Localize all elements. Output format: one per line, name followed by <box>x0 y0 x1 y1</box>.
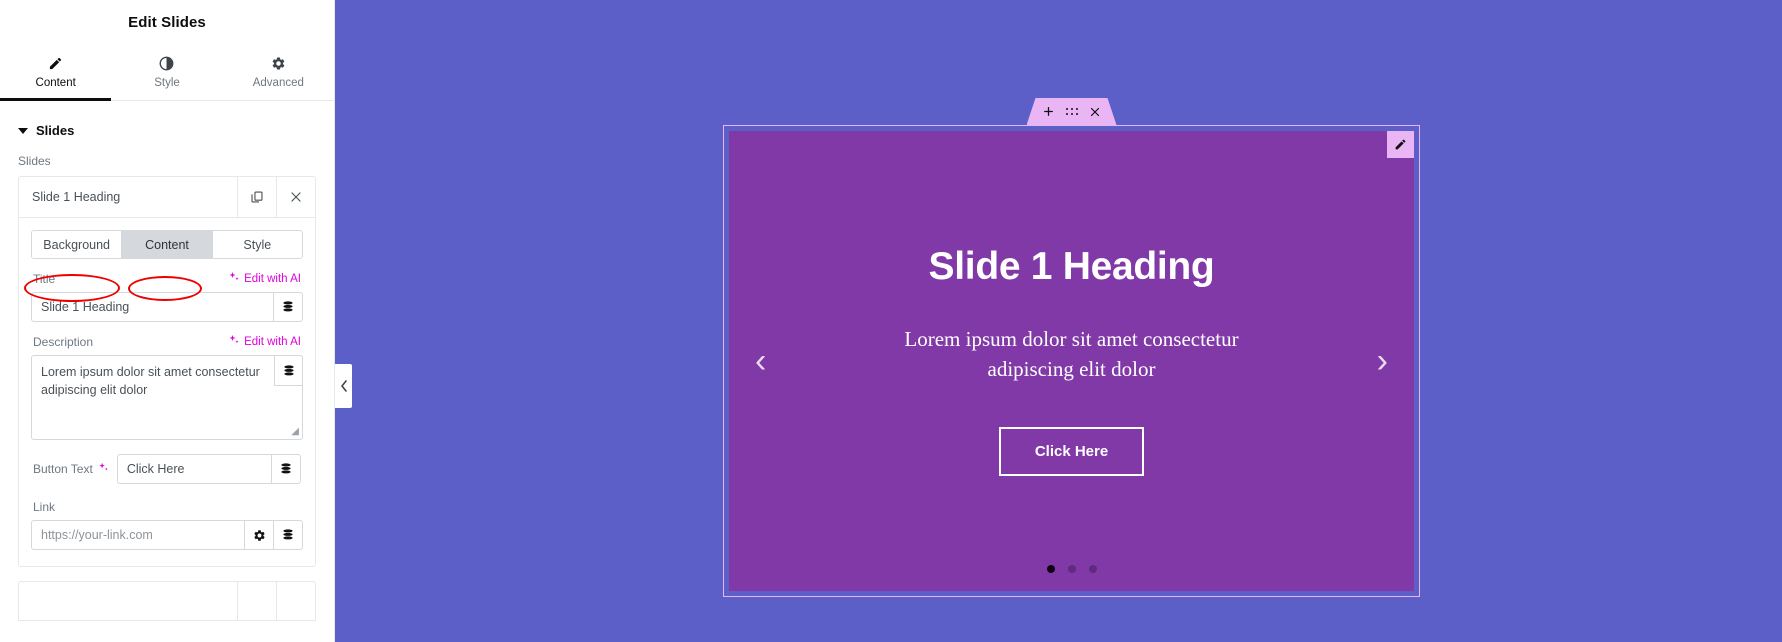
title-input[interactable] <box>32 293 273 321</box>
subtab-content-label: Content <box>145 237 189 252</box>
tab-style-label: Style <box>154 76 180 89</box>
edit-with-ai-description-link[interactable]: Edit with AI <box>228 334 301 349</box>
button-text-label-wrap: Button Text <box>33 462 109 476</box>
subtab-background-label: Background <box>43 237 111 252</box>
subtab-content[interactable]: Content <box>122 231 213 258</box>
link-field-label-row: Link <box>31 488 303 520</box>
carousel-pagination <box>1046 565 1097 573</box>
dynamic-tags-icon[interactable] <box>274 355 303 386</box>
dynamic-tags-icon[interactable] <box>271 455 300 483</box>
subtab-style[interactable]: Style <box>212 231 302 258</box>
repeater-subtabs: Background Content Style <box>31 230 303 259</box>
repeater-item-slide-2[interactable] <box>18 581 316 621</box>
description-textarea[interactable] <box>32 356 302 439</box>
slide-preview: Slide 1 Heading Lorem ipsum dolor sit am… <box>729 131 1414 591</box>
sparkles-icon[interactable] <box>98 462 109 476</box>
subtab-style-label: Style <box>243 237 272 252</box>
pagination-dot-2[interactable] <box>1067 565 1076 573</box>
description-field-label-row: Description Edit with AI <box>31 322 303 355</box>
description-label: Description <box>33 334 94 349</box>
repeater-item-slide-1[interactable]: Slide 1 Heading <box>19 177 315 218</box>
carousel-next-arrow-icon[interactable]: › <box>1377 344 1388 378</box>
pencil-icon <box>48 56 63 71</box>
button-text-label: Button Text <box>33 462 93 476</box>
slide-cta-button[interactable]: Click Here <box>998 426 1145 476</box>
slides-repeater: Slide 1 Heading Background Content Style… <box>18 176 316 567</box>
pagination-dot-3[interactable] <box>1088 565 1097 573</box>
caret-down-icon <box>18 127 28 134</box>
close-icon[interactable] <box>276 582 315 620</box>
duplicate-icon[interactable] <box>237 177 276 217</box>
editor-canvas: Slide 1 Heading Lorem ipsum dolor sit am… <box>335 0 1782 642</box>
close-widget-icon[interactable] <box>1089 106 1101 118</box>
edit-with-ai-label: Edit with AI <box>244 335 301 348</box>
button-text-input-group <box>116 454 301 484</box>
link-label: Link <box>33 500 56 514</box>
title-input-group <box>31 292 303 322</box>
tab-content-label: Content <box>35 76 76 89</box>
title-label: Title <box>33 271 56 286</box>
title-field-label-row: Title Edit with AI <box>31 259 303 292</box>
slides-widget[interactable]: Slide 1 Heading Lorem ipsum dolor sit am… <box>723 98 1420 597</box>
edit-slide-pencil-icon[interactable] <box>1387 131 1414 158</box>
page-title: Edit Slides <box>128 14 206 31</box>
repeater-item-title[interactable] <box>19 582 237 620</box>
editor-panel: Edit Slides Content Style Advanced Slide… <box>0 0 335 642</box>
button-text-row: Button Text <box>31 440 303 488</box>
duplicate-icon[interactable] <box>237 582 276 620</box>
carousel-prev-arrow-icon[interactable]: ‹ <box>755 344 766 378</box>
repeater-item-title[interactable]: Slide 1 Heading <box>19 177 237 217</box>
panel-body: Slides Slides Slide 1 Heading Background… <box>0 101 334 621</box>
widget-outline: Slide 1 Heading Lorem ipsum dolor sit am… <box>723 125 1420 597</box>
tab-advanced-label: Advanced <box>252 76 304 89</box>
pagination-dot-1[interactable] <box>1046 565 1055 573</box>
sparkles-icon <box>228 271 240 286</box>
edit-with-ai-title-link[interactable]: Edit with AI <box>228 271 301 286</box>
gear-icon <box>271 56 286 71</box>
button-text-input[interactable] <box>117 455 271 483</box>
link-input[interactable] <box>32 521 244 549</box>
slide-heading: Slide 1 Heading <box>928 245 1215 289</box>
contrast-icon <box>159 56 174 71</box>
description-textarea-wrap: ◢ <box>31 355 303 440</box>
section-slides-toggle[interactable]: Slides <box>0 101 334 148</box>
link-input-group <box>31 520 303 550</box>
slides-control-label: Slides <box>18 154 51 168</box>
panel-collapse-toggle[interactable] <box>335 364 352 408</box>
add-widget-icon[interactable] <box>1042 105 1055 118</box>
elementor-editor: Edit Slides Content Style Advanced Slide… <box>0 0 1782 642</box>
tab-advanced[interactable]: Advanced <box>223 45 334 100</box>
edit-with-ai-label: Edit with AI <box>244 272 301 285</box>
drag-handle-icon[interactable] <box>1065 107 1079 116</box>
slide-description: Lorem ipsum dolor sit amet consectetur a… <box>904 327 1239 381</box>
tab-style[interactable]: Style <box>111 45 222 100</box>
sparkles-icon <box>228 334 240 349</box>
subtab-background[interactable]: Background <box>32 231 123 258</box>
close-icon[interactable] <box>276 177 315 217</box>
panel-tabs: Content Style Advanced <box>0 45 334 101</box>
link-options-gear-icon[interactable] <box>244 521 273 549</box>
section-slides-title: Slides <box>36 123 75 138</box>
tab-content[interactable]: Content <box>0 45 112 101</box>
dynamic-tags-icon[interactable] <box>273 293 302 321</box>
dynamic-tags-icon[interactable] <box>273 521 302 549</box>
repeater-item-body: Background Content Style Title Edit with… <box>19 218 315 566</box>
widget-handle-toolbar <box>1026 98 1117 125</box>
